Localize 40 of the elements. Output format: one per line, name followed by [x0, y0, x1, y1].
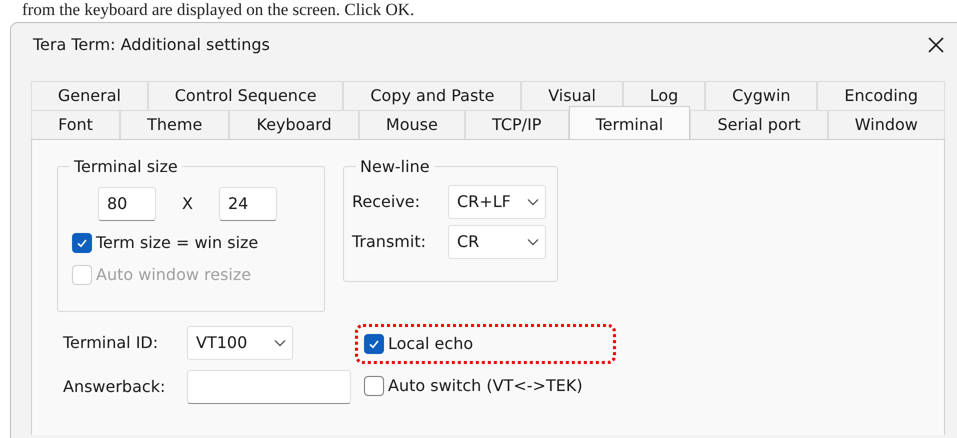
tab[interactable]: Keyboard [229, 110, 359, 139]
answerback-field[interactable] [187, 370, 351, 404]
checkbox-label: Auto window resize [96, 264, 252, 286]
field-label: Terminal ID: [63, 332, 160, 354]
checkbox[interactable] [72, 233, 92, 253]
tab[interactable]: Theme [120, 110, 230, 139]
dropdown[interactable]: VT100 [187, 326, 293, 360]
columns-field[interactable]: 80 [98, 187, 156, 221]
tab[interactable]: Visual [521, 81, 623, 110]
checkbox-label: Term size = win size [96, 232, 258, 254]
tab[interactable]: Encoding [817, 81, 945, 110]
check-icon [368, 338, 380, 350]
tab[interactable]: Copy and Paste [343, 81, 522, 110]
tab[interactable]: Serial port [690, 110, 828, 139]
field-label: Answerback: [63, 376, 166, 398]
tab[interactable]: Terminal [568, 106, 690, 139]
field-label: Receive: [352, 191, 422, 213]
rows-field[interactable]: 24 [218, 187, 277, 221]
window-title: Tera Term: Additional settings [33, 34, 270, 56]
caption-text: from the keyboard are displayed on the screen. Click OK. [21, 0, 416, 21]
caret-icon [527, 238, 539, 246]
tab[interactable]: Font [31, 110, 120, 139]
check-icon [76, 237, 88, 249]
separator-text: X [182, 193, 193, 215]
caret-icon [274, 339, 286, 347]
close-icon[interactable] [927, 36, 945, 54]
checkbox-label: Local echo [388, 333, 474, 355]
tab[interactable]: Control Sequence [148, 81, 344, 110]
caret-icon [527, 198, 539, 206]
tab[interactable]: Mouse [358, 110, 465, 139]
checkbox[interactable] [364, 334, 384, 354]
tab[interactable]: General [31, 81, 148, 110]
dropdown[interactable]: CR [448, 225, 546, 259]
tab[interactable]: Cygwin [705, 81, 818, 110]
checkbox[interactable] [364, 376, 384, 396]
dropdown[interactable]: CR+LF [448, 185, 546, 219]
tab[interactable]: Window [828, 110, 945, 139]
checkbox-label: Auto switch (VT<->TEK) [388, 375, 583, 397]
field-label: Transmit: [352, 231, 427, 253]
tab[interactable]: TCP/IP [464, 110, 569, 139]
